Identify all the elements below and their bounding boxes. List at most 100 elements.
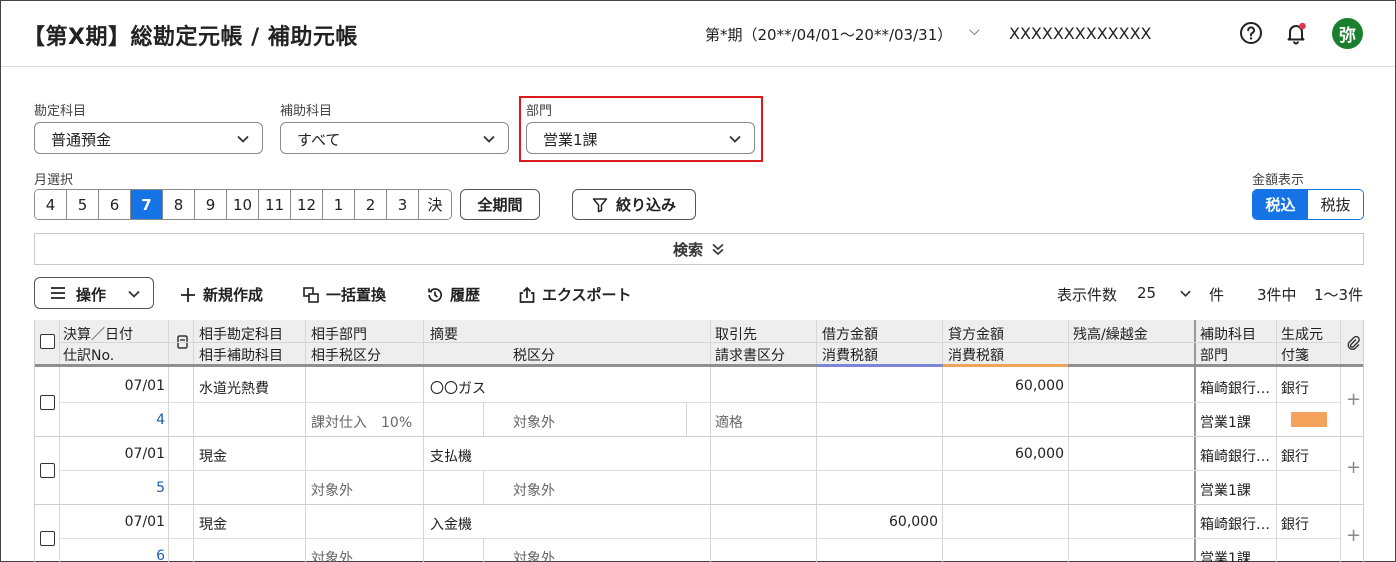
new-label: 新規作成 (203, 286, 264, 304)
table-row[interactable]: 07/01 5 現金 対象外 支払機 対象外 60,000 箱崎銀行… 営業1課… (35, 436, 1363, 504)
header-voucher[interactable]: 仕訳No. (63, 345, 114, 365)
row-checkbox[interactable] (40, 531, 55, 546)
plus-icon (181, 287, 195, 302)
table-row[interactable]: 07/01 6 現金 対象外 入金機 対象外 60,000 箱崎銀行… 営業1課… (35, 504, 1363, 562)
app-header: 【第X期】総勘定元帳 / 補助元帳 第*期（20**/04/01〜20**/03… (1, 1, 1395, 67)
header-debit-tax[interactable]: 消費税額 (822, 345, 878, 365)
department-value: 営業1課 (543, 131, 598, 149)
row-counter-tax: 対象外 (311, 483, 353, 499)
add-attachment-icon[interactable]: + (1346, 457, 1361, 478)
month-button[interactable]: 11 (259, 190, 291, 219)
header-counter-sub[interactable]: 相手補助科目 (199, 345, 283, 365)
header-counter-account[interactable]: 相手勘定科目 (199, 324, 283, 344)
account-label: 勘定科目 (34, 104, 87, 119)
month-button[interactable]: 5 (67, 190, 99, 219)
header-source[interactable]: 生成元 (1281, 324, 1323, 344)
history-button[interactable]: 履歴 (426, 284, 480, 305)
chevron-down-icon[interactable] (1179, 287, 1192, 300)
amount-display-label: 金額表示 (1252, 173, 1305, 188)
header-debit[interactable]: 借方金額 (822, 324, 878, 344)
row-voucher-link[interactable]: 4 (63, 412, 165, 428)
header-divider (59, 342, 1340, 343)
bell-icon[interactable] (1284, 21, 1308, 45)
row-source: 銀行 (1281, 449, 1309, 465)
tax-out-button[interactable]: 税抜 (1308, 190, 1363, 219)
period-selector[interactable]: 第*期（20**/04/01〜20**/03/31） (705, 24, 952, 45)
month-button[interactable]: 3 (387, 190, 419, 219)
row-sub-account: 箱崎銀行… (1200, 517, 1270, 533)
month-button[interactable]: 10 (227, 190, 259, 219)
search-expander[interactable]: 検索 (34, 233, 1364, 265)
month-button[interactable]: 4 (35, 190, 67, 219)
row-checkbox[interactable] (40, 395, 55, 410)
header-divider (1340, 320, 1341, 364)
operations-dropdown[interactable]: 操作 (34, 277, 154, 309)
search-label: 検索 (672, 240, 703, 259)
history-icon (428, 287, 443, 302)
sticky-note[interactable] (1291, 412, 1327, 427)
month-button[interactable]: 2 (355, 190, 387, 219)
add-attachment-icon[interactable]: + (1346, 389, 1361, 410)
header-sub-account[interactable]: 補助科目 (1200, 324, 1256, 344)
row-date: 07/01 (124, 514, 165, 530)
narrow-label: 絞り込み (615, 196, 676, 214)
row-invoice-class: 適格 (715, 415, 743, 431)
header-partner[interactable]: 取引先 (715, 324, 757, 344)
export-icon (519, 286, 535, 303)
row-counter-tax: 対象外 (311, 551, 353, 562)
month-button[interactable]: 決 (419, 190, 451, 219)
display-count-unit: 件 (1209, 286, 1225, 304)
header-summary[interactable]: 摘要 (430, 324, 458, 344)
filter-icon (592, 197, 608, 212)
month-button[interactable]: 8 (163, 190, 195, 219)
table-row[interactable]: 07/01 4 水道光熱費 課対仕入 10% 〇〇ガス 対象外 適格 60,00… (35, 367, 1363, 436)
tax-in-button[interactable]: 税込 (1253, 190, 1308, 219)
add-attachment-icon[interactable]: + (1346, 525, 1361, 546)
new-button[interactable]: 新規作成 (179, 284, 263, 305)
display-count-select[interactable]: 25 (1137, 284, 1156, 302)
department-select[interactable]: 営業1課 (526, 122, 755, 154)
total-count: 3件中 (1257, 286, 1297, 304)
sub-account-label: 補助科目 (280, 104, 333, 119)
narrow-button[interactable]: 絞り込み (572, 189, 696, 220)
export-label: エクスポート (542, 286, 632, 304)
header-tax-class[interactable]: 税区分 (513, 345, 555, 365)
header-counter-dept[interactable]: 相手部門 (311, 324, 367, 344)
header-date[interactable]: 決算／日付 (63, 324, 133, 344)
month-button[interactable]: 6 (99, 190, 131, 219)
header-invoice-class[interactable]: 請求書区分 (715, 345, 785, 365)
row-checkbox[interactable] (40, 463, 55, 478)
header-credit[interactable]: 貸方金額 (948, 324, 1004, 344)
account-select[interactable]: 普通預金 (34, 122, 263, 154)
all-period-button[interactable]: 全期間 (460, 189, 540, 220)
help-icon[interactable] (1239, 21, 1263, 45)
header-department[interactable]: 部門 (1200, 345, 1228, 365)
month-button-active[interactable]: 7 (131, 190, 163, 219)
replace-icon (303, 286, 319, 303)
header-credit-tax[interactable]: 消費税額 (948, 345, 1004, 365)
row-sub-account: 箱崎銀行… (1200, 381, 1270, 397)
month-selector: 4 5 6 7 8 9 10 11 12 1 2 3 決 (34, 189, 452, 220)
row-voucher-link[interactable]: 5 (63, 480, 165, 496)
history-label: 履歴 (450, 286, 481, 304)
row-voucher-link[interactable]: 6 (63, 548, 165, 562)
header-counter-tax[interactable]: 相手税区分 (311, 345, 381, 365)
header-balance[interactable]: 残高/繰越金 (1073, 324, 1148, 344)
header-sticky[interactable]: 付箋 (1281, 345, 1309, 365)
sub-account-value: すべて (297, 131, 341, 149)
export-button[interactable]: エクスポート (518, 284, 632, 305)
bulk-replace-label: 一括置換 (326, 286, 387, 304)
record-range: 1〜3件 (1314, 286, 1364, 304)
month-button[interactable]: 12 (291, 190, 323, 219)
month-button[interactable]: 9 (195, 190, 227, 219)
operations-label: 操作 (76, 286, 107, 304)
select-all-checkbox[interactable] (40, 334, 55, 349)
company-name[interactable]: XXXXXXXXXXXXX (1009, 24, 1152, 43)
tax-toggle: 税込 税抜 (1252, 189, 1364, 220)
avatar[interactable]: 弥 (1332, 18, 1363, 49)
chevron-down-icon[interactable]: ⌵ (969, 23, 980, 39)
month-button[interactable]: 1 (323, 190, 355, 219)
sub-account-select[interactable]: すべて (280, 122, 509, 154)
bulk-replace-button[interactable]: 一括置換 (302, 284, 386, 305)
month-label: 月選択 (34, 173, 74, 188)
